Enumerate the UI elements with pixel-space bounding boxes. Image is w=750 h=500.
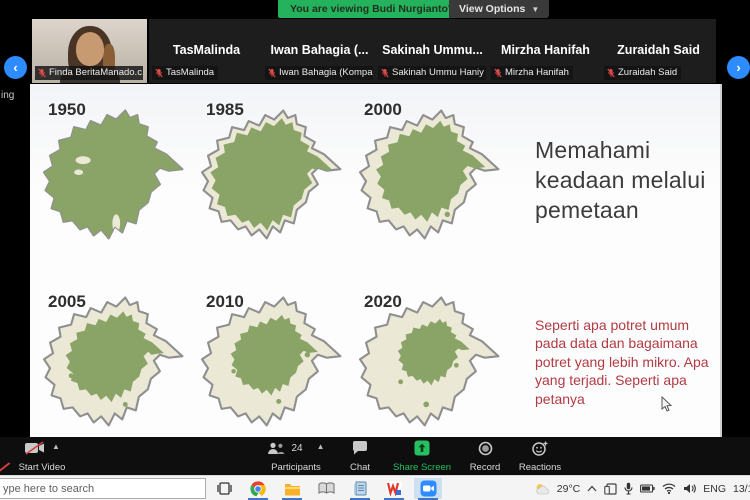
reactions-button[interactable]: Reactions — [512, 440, 568, 473]
participant-name-label: Zuraidah Said — [604, 66, 681, 80]
view-options-button[interactable]: View Options ▼ — [449, 0, 549, 18]
participants-icon — [267, 442, 285, 455]
participant-name-label: Sakinah Ummu Haniy |... — [378, 66, 486, 80]
map-2000: 2000 — [354, 90, 512, 262]
muted-mic-icon — [607, 68, 615, 78]
speaker-tray-icon[interactable] — [683, 483, 696, 494]
muted-mic-icon — [494, 68, 502, 78]
participants-count: 24 — [291, 443, 302, 454]
wps-office-icon[interactable] — [380, 478, 408, 499]
record-button[interactable]: Record — [462, 440, 508, 473]
weather-icon[interactable] — [535, 483, 550, 495]
map-2005: 2005 — [38, 282, 196, 444]
map-1950: 1950 — [38, 90, 196, 262]
participants-strip: ‹ Finda BeritaManado.c... TasMalinda Tas… — [0, 18, 750, 84]
file-explorer-icon[interactable] — [278, 478, 306, 499]
muted-mic-icon — [268, 68, 276, 78]
shared-slide: 1950 1985 2000 — [30, 84, 722, 437]
participants-menu-caret[interactable]: ▲ — [317, 442, 325, 451]
reactions-smiley-icon — [532, 441, 549, 456]
next-participants-button[interactable]: › — [727, 56, 750, 79]
wifi-tray-icon[interactable] — [662, 483, 676, 494]
top-bar: You are viewing Budi Nurgianto's screen … — [0, 0, 750, 18]
map-2020: 2020 — [354, 282, 512, 444]
muted-mic-icon — [155, 68, 163, 78]
participant-name-label: Finda BeritaManado.c... — [35, 66, 143, 80]
language-indicator[interactable]: ENG — [703, 483, 726, 495]
video-tile[interactable]: TasMalinda TasMalinda — [149, 19, 264, 83]
prev-participants-button[interactable]: ‹ — [4, 56, 27, 79]
muted-mic-icon — [38, 68, 46, 78]
task-view-icon[interactable] — [210, 478, 238, 499]
temperature-readout[interactable]: 29°C — [557, 483, 580, 495]
record-icon — [478, 441, 493, 456]
muted-mic-icon — [381, 68, 389, 78]
hidden-icons-caret[interactable] — [587, 485, 597, 492]
participant-name-label: Mirzha Hanifah — [491, 66, 573, 80]
cropped-text-fragment: ing — [1, 90, 14, 101]
share-screen-icon — [414, 440, 430, 456]
taskbar-search-input[interactable]: ype here to search — [0, 478, 206, 499]
video-tile[interactable]: Iwan Bahagia (... Iwan Bahagia (Kompas..… — [262, 19, 377, 83]
mouse-cursor — [661, 396, 673, 413]
zoom-app-icon[interactable] — [414, 478, 442, 499]
clock[interactable]: 13/1 — [733, 483, 750, 495]
video-camera-off-icon — [24, 441, 46, 455]
participant-name-label: Iwan Bahagia (Kompas... — [265, 66, 373, 80]
start-video-button[interactable]: ▲ Start Video — [6, 440, 78, 473]
participants-button[interactable]: 24 ▲ Participants — [259, 440, 333, 473]
chat-bubble-icon — [352, 441, 368, 455]
participant-name-label: TasMalinda — [152, 66, 218, 80]
windows-taskbar: ype here to search — [0, 475, 750, 500]
video-tile[interactable]: Sakinah Ummu... Sakinah Ummu Haniy |... — [375, 19, 490, 83]
video-tile[interactable]: Zuraidah Said Zuraidah Said — [601, 19, 716, 83]
screen: You are viewing Budi Nurgianto's screen … — [0, 0, 750, 500]
view-options-label: View Options — [459, 3, 525, 15]
microphone-tray-icon[interactable] — [624, 482, 633, 495]
video-tile[interactable]: Finda BeritaManado.c... — [32, 19, 147, 83]
start-video-menu-caret[interactable]: ▲ — [52, 442, 60, 451]
battery-tray-icon[interactable] — [640, 484, 655, 493]
map-1985: 1985 — [196, 90, 354, 262]
share-screen-button[interactable]: Share Screen — [394, 440, 450, 473]
chevron-down-icon: ▼ — [531, 5, 539, 14]
video-tile[interactable]: Mirzha Hanifah Mirzha Hanifah — [488, 19, 603, 83]
chrome-icon[interactable] — [244, 478, 272, 499]
slide-body-text: Seperti apa potret umum pada data dan ba… — [535, 316, 717, 408]
notebook-app-icon[interactable] — [346, 478, 374, 499]
map-2010: 2010 — [196, 282, 354, 444]
book-app-icon[interactable] — [312, 478, 340, 499]
slide-title: Memahami keadaan melalui pemetaan — [535, 136, 717, 226]
display-tray-icon[interactable] — [604, 483, 617, 495]
meeting-toolbar: ▲ Start Video 24 ▲ Participants — [0, 437, 750, 475]
system-tray: 29°C ENG 13/1 — [535, 476, 750, 500]
chat-button[interactable]: Chat — [337, 440, 383, 473]
